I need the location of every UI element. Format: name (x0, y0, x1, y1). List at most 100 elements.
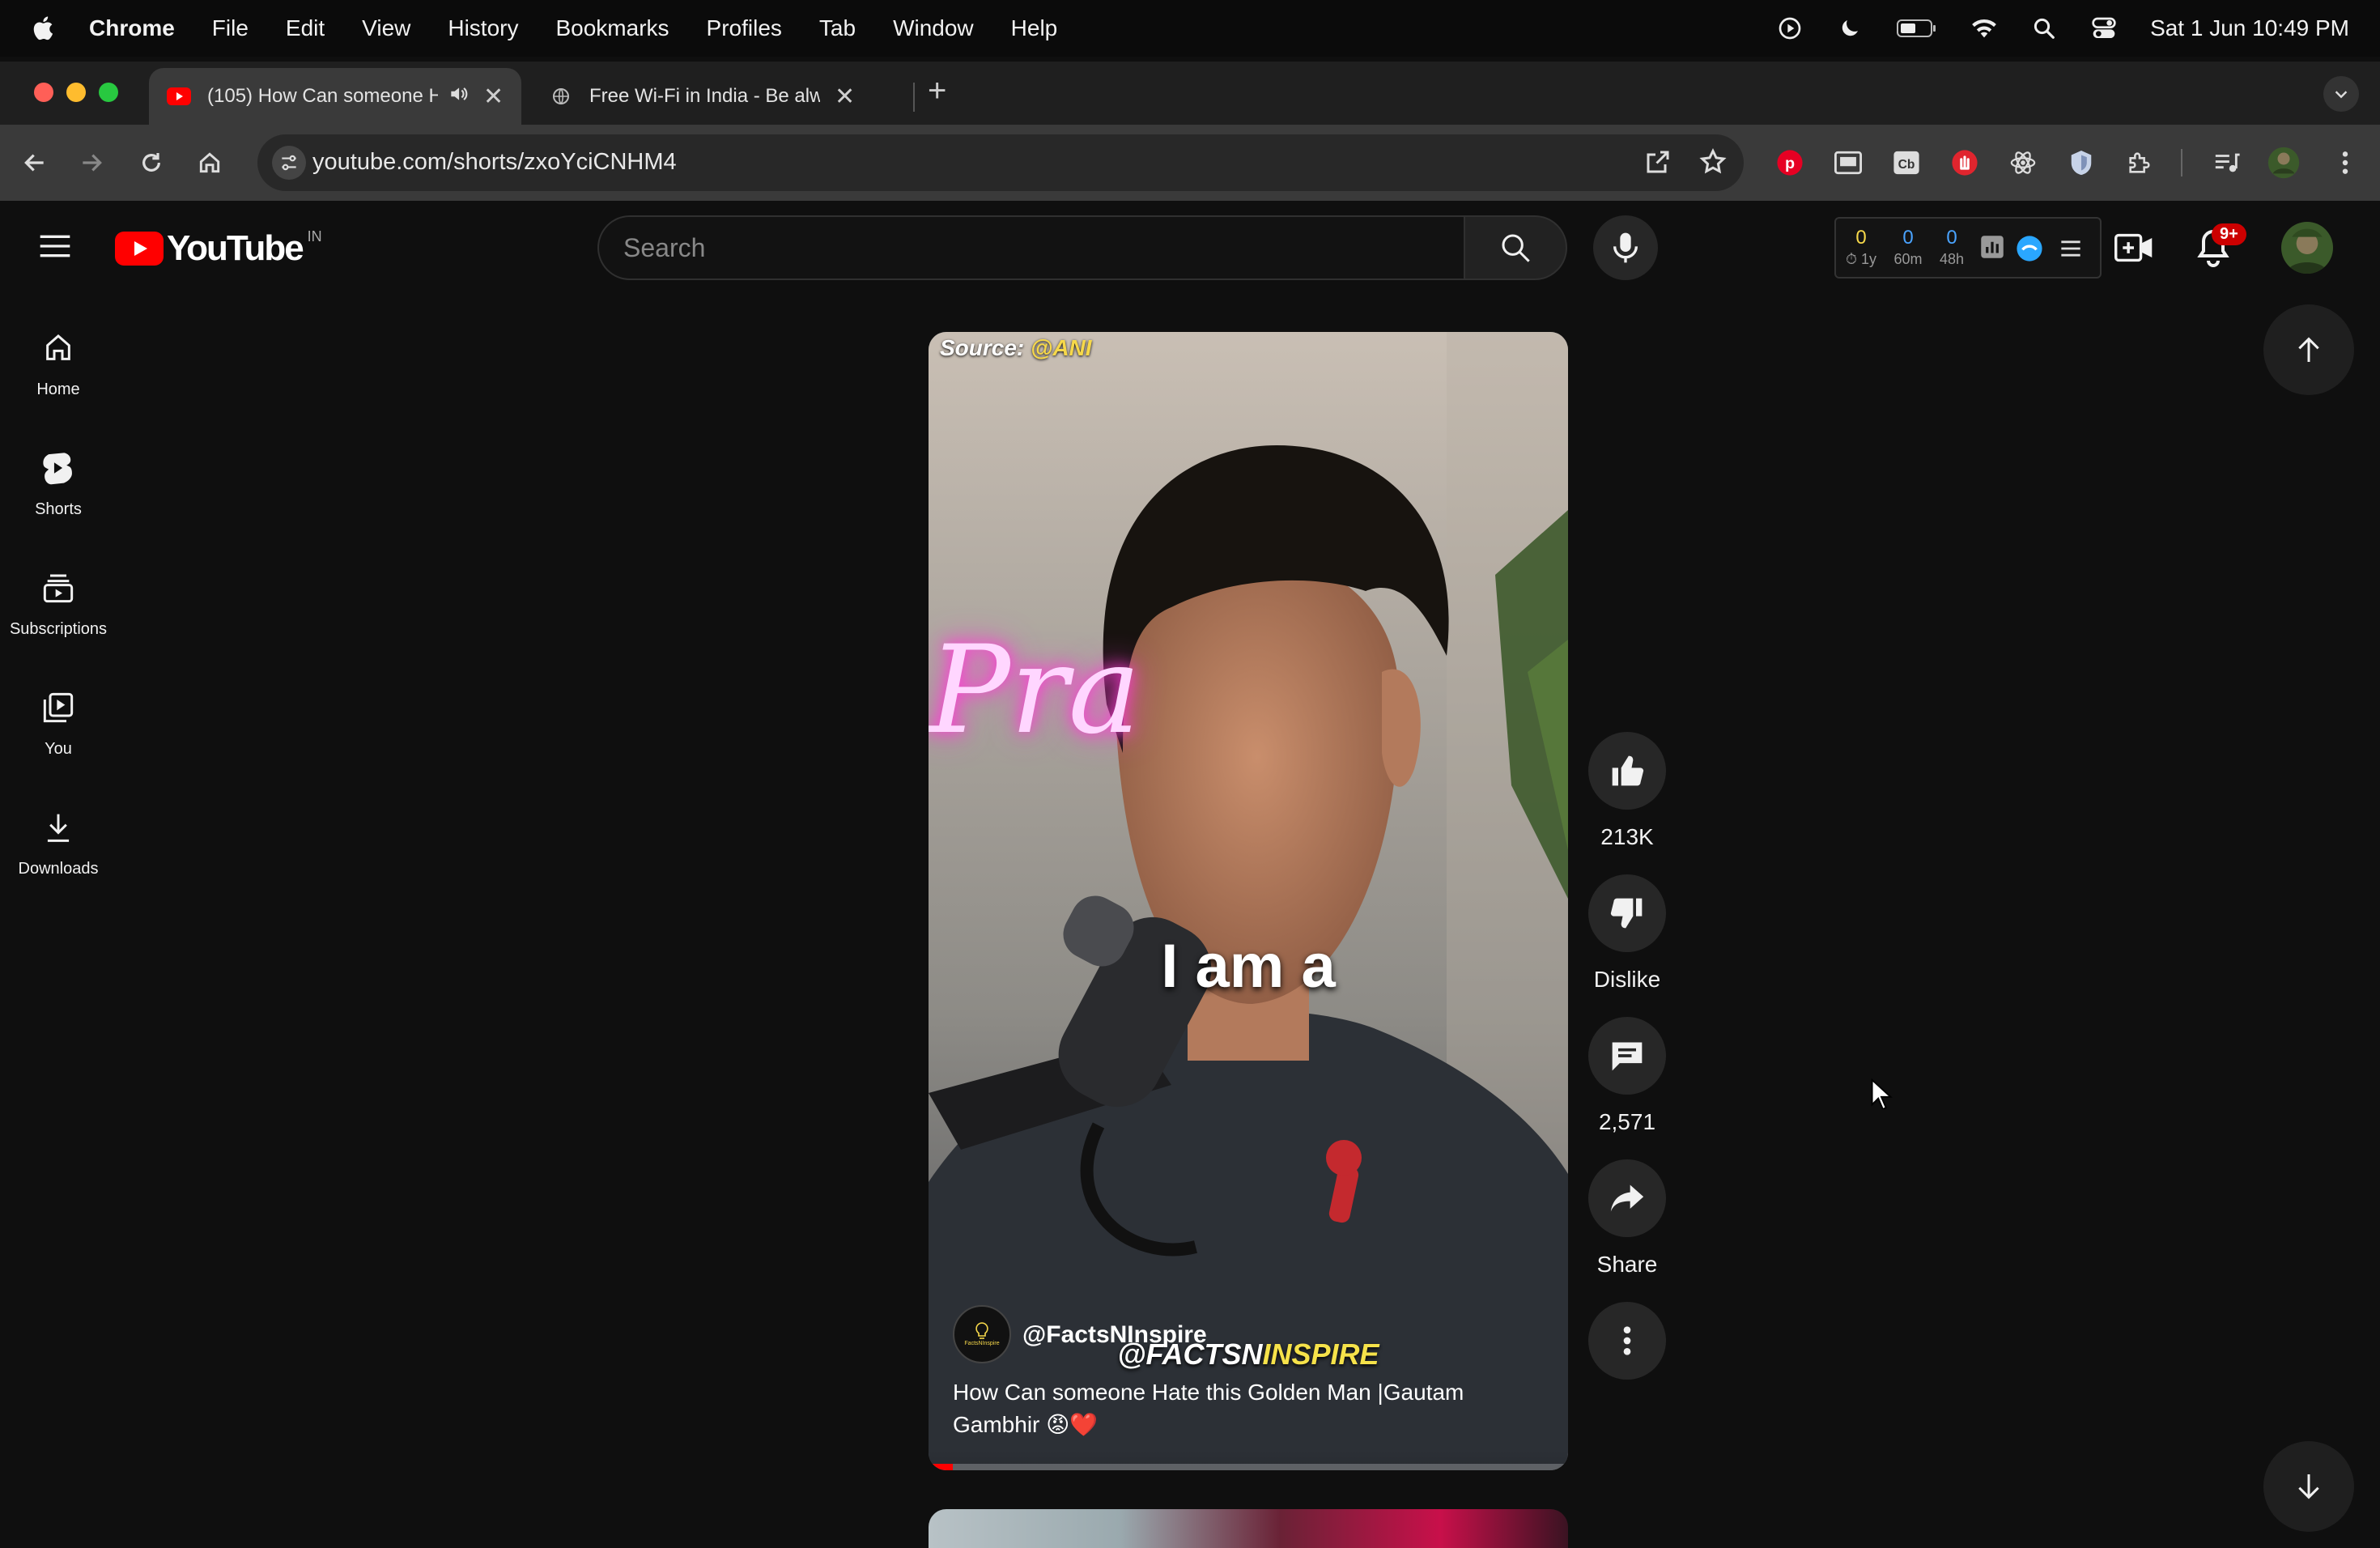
thumbs-down-icon (1610, 898, 1643, 929)
tab-close-icon[interactable]: ✕ (835, 83, 855, 111)
microphone-icon (1613, 232, 1638, 263)
youtube-page: YouTube IN 0 ⏱ 1y 0 60m 0 48h 9+ Home (0, 201, 2380, 1548)
search-button[interactable] (1464, 215, 1567, 280)
site-settings-icon[interactable] (272, 146, 306, 180)
comments-button[interactable] (1588, 1017, 1666, 1095)
moon-icon[interactable] (1836, 15, 1864, 42)
stats-extension-widget[interactable]: 0 ⏱ 1y 0 60m 0 48h (1834, 217, 2102, 279)
channel-handle[interactable]: @FactsNInspire (1022, 1321, 1207, 1349)
tab-free-wifi[interactable]: Free Wi-Fi in India - Be always connecte… (531, 68, 900, 125)
new-tab-plus-icon[interactable]: + (928, 73, 946, 109)
hamburger-menu-icon[interactable] (39, 233, 71, 263)
address-bar[interactable]: youtube.com/shorts/zxoYciCNHM4 (257, 134, 1744, 191)
comment-count: 2,571 (1598, 1109, 1656, 1134)
account-avatar[interactable] (2281, 222, 2333, 274)
voice-search-button[interactable] (1593, 215, 1658, 280)
window-zoom-button[interactable] (99, 83, 118, 102)
menu-history[interactable]: History (448, 15, 518, 41)
tab-close-icon[interactable]: ✕ (483, 83, 504, 111)
you-library-icon (40, 690, 76, 725)
url-text[interactable]: youtube.com/shorts/zxoYciCNHM4 (312, 149, 677, 176)
chrome-menu-kebab-icon[interactable] (2328, 146, 2362, 180)
react-devtools-icon[interactable] (2006, 146, 2040, 180)
nav-shorts[interactable]: Shorts (0, 439, 117, 544)
extensions-puzzle-icon[interactable] (2123, 146, 2157, 180)
like-button[interactable] (1588, 732, 1666, 810)
menu-profiles[interactable]: Profiles (707, 15, 782, 41)
forward-arrow-icon[interactable] (73, 144, 110, 181)
open-in-app-icon[interactable] (1643, 147, 1672, 181)
window-minimize-button[interactable] (66, 83, 86, 102)
wifi-icon[interactable] (1970, 15, 1998, 42)
window-close-button[interactable] (34, 83, 53, 102)
nav-downloads[interactable]: Downloads (0, 798, 117, 904)
video-title[interactable]: How Can someone Hate this Golden Man |Ga… (953, 1376, 1519, 1441)
control-center-icon[interactable] (2090, 15, 2118, 42)
previous-short-button[interactable] (2263, 304, 2354, 395)
next-short-preview[interactable] (929, 1509, 1568, 1548)
search-box (597, 215, 1465, 280)
macos-menu-bar: Chrome File Edit View History Bookmarks … (0, 0, 2380, 57)
picture-in-picture-extension-icon[interactable] (1831, 146, 1865, 180)
play-status-icon[interactable] (1776, 15, 1804, 42)
svg-text:Cb: Cb (1898, 158, 1915, 172)
svg-text:p: p (1785, 155, 1795, 172)
back-arrow-icon[interactable] (16, 144, 53, 181)
battery-icon[interactable] (1896, 15, 1938, 42)
tab-search-chevron-down-icon[interactable] (2323, 76, 2359, 112)
search-icon (1502, 234, 1530, 262)
tab-youtube[interactable]: (105) How Can someone Hate this Golden M… (149, 68, 521, 125)
shorts-video-player[interactable]: Pra Source: @ANI I am a @FACTSNINSPIRE F… (929, 332, 1568, 1470)
youtube-logo[interactable]: YouTube IN (115, 228, 322, 269)
menu-edit[interactable]: Edit (286, 15, 325, 41)
menu-help[interactable]: Help (1011, 15, 1058, 41)
blue-extension-icon[interactable] (2016, 235, 2043, 266)
media-control-icon[interactable] (2210, 146, 2244, 180)
menubar-clock[interactable]: Sat 1 Jun 10:49 PM (2150, 15, 2349, 41)
more-options-button[interactable] (1588, 1302, 1666, 1380)
menu-view[interactable]: View (362, 15, 410, 41)
apple-icon[interactable] (31, 15, 58, 42)
stat-48h: 0 48h (1939, 227, 1965, 267)
tab-title: Free Wi-Fi in India - Be always connecte… (589, 85, 820, 107)
profile-avatar[interactable] (2267, 146, 2301, 180)
next-short-button[interactable] (2263, 1441, 2354, 1532)
bookmark-star-icon[interactable] (1698, 147, 1728, 181)
cb-extension-icon[interactable]: Cb (1889, 146, 1923, 180)
search-input[interactable] (623, 232, 1417, 264)
list-menu-icon[interactable] (2059, 238, 2082, 263)
share-button[interactable] (1588, 1159, 1666, 1237)
download-icon (40, 810, 76, 845)
menu-window[interactable]: Window (893, 15, 974, 41)
mouse-cursor-icon (1870, 1078, 1893, 1113)
progress-bar[interactable] (929, 1464, 1568, 1470)
bar-chart-icon[interactable] (1980, 235, 2004, 263)
dislike-label: Dislike (1593, 967, 1661, 992)
arrow-up-icon (2298, 337, 2319, 362)
hand-extension-icon[interactable] (1948, 146, 1982, 180)
share-action: Share (1587, 1159, 1668, 1278)
create-video-icon[interactable] (2114, 232, 2153, 268)
dislike-button[interactable] (1588, 874, 1666, 952)
home-icon[interactable] (191, 144, 228, 181)
spotlight-search-icon[interactable] (2030, 15, 2058, 42)
menu-tab[interactable]: Tab (819, 15, 856, 41)
stat-1y: 0 ⏱ 1y (1845, 227, 1877, 267)
menu-file[interactable]: File (212, 15, 249, 41)
comments-action: 2,571 (1587, 1017, 1668, 1135)
video-frame-image (929, 332, 1568, 1470)
pinterest-extension-icon[interactable]: p (1773, 146, 1807, 180)
progress-fill (929, 1464, 953, 1470)
like-count: 213K (1600, 824, 1654, 849)
reload-icon[interactable] (133, 144, 170, 181)
channel-avatar[interactable]: FactsNInspire (953, 1305, 1011, 1363)
shield-extension-icon[interactable] (2064, 146, 2098, 180)
tab-audio-icon[interactable] (448, 83, 469, 110)
nav-subscriptions[interactable]: Subscriptions (0, 559, 117, 664)
nav-home[interactable]: Home (0, 319, 117, 424)
video-caption: I am a (1161, 932, 1336, 1001)
globe-favicon-icon (549, 84, 573, 108)
menu-bookmarks[interactable]: Bookmarks (555, 15, 669, 41)
nav-you[interactable]: You (0, 678, 117, 784)
menu-chrome[interactable]: Chrome (89, 15, 175, 41)
